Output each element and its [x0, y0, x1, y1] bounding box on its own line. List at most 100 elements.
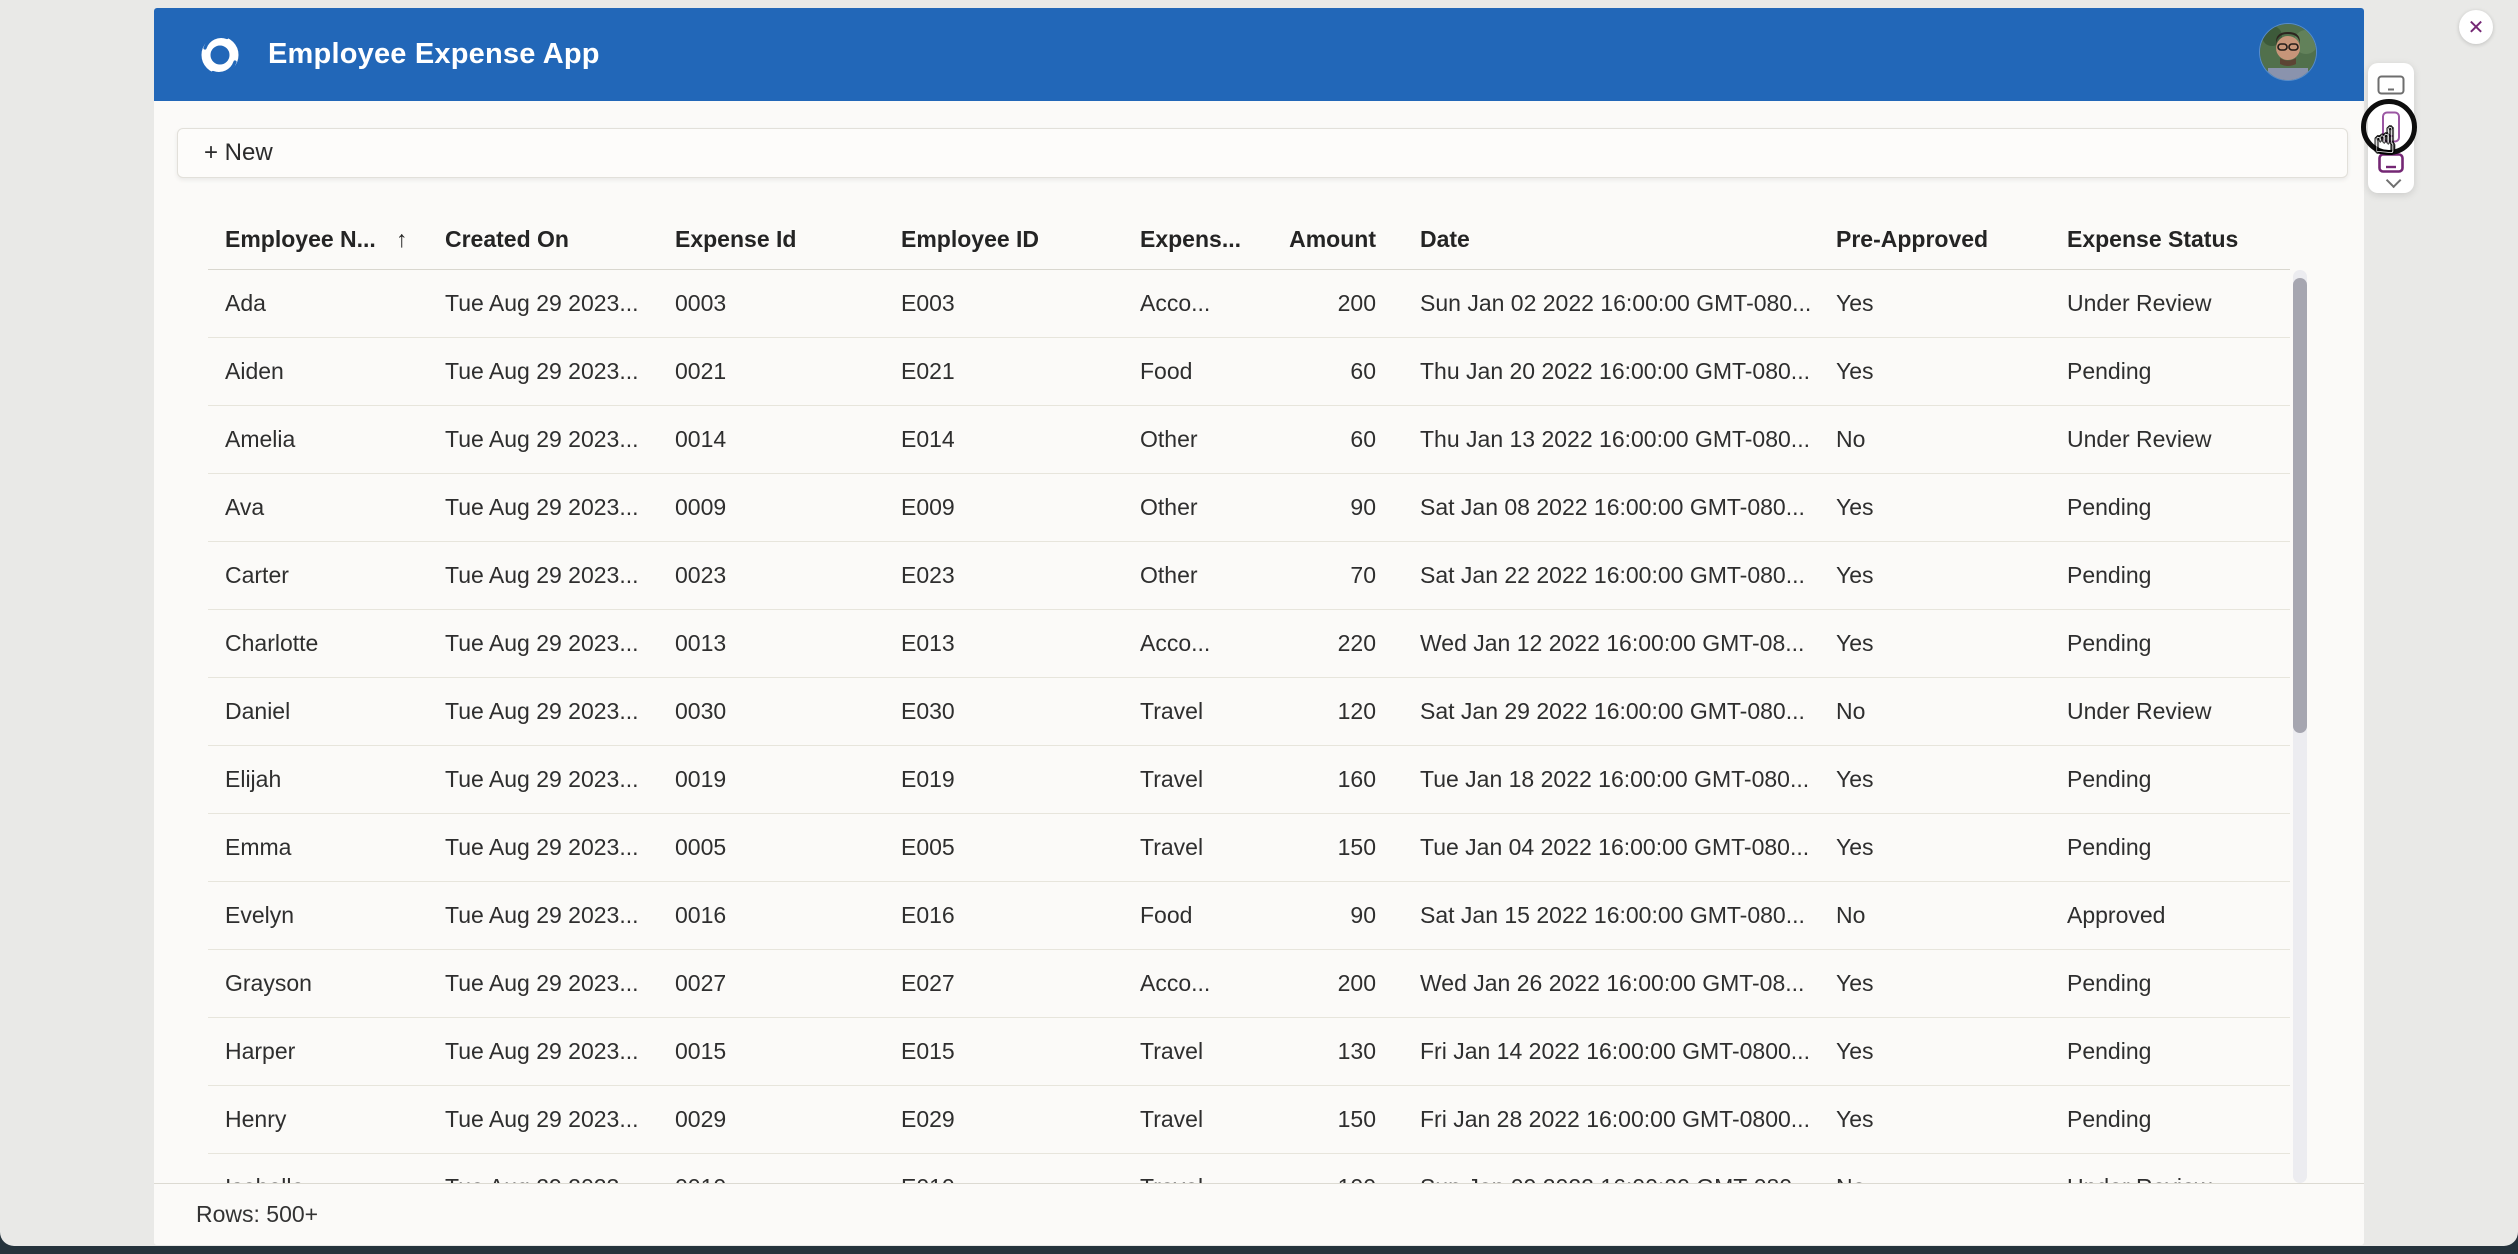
cell-created-on: Tue Aug 29 2023... [445, 766, 639, 792]
table-scrollbar-thumb[interactable] [2293, 278, 2307, 733]
cell-employee-id: E023 [901, 562, 955, 588]
cell-amount: 220 [1337, 630, 1376, 656]
column-header-created-on[interactable]: Created On [445, 226, 675, 253]
cell-employee-name: Henry [225, 1106, 287, 1132]
close-preview-button[interactable]: ✕ [2459, 10, 2493, 44]
table-row[interactable]: Ada Tue Aug 29 2023... 0003 E003 Acco... 200 S… [208, 270, 2290, 338]
cell-date: Tue Jan 04 2022 16:00:00 GMT-080... [1420, 834, 1810, 860]
cell-employee-name: Daniel [225, 698, 291, 724]
cell-date: Sat Jan 15 2022 16:00:00 GMT-080... [1420, 902, 1805, 928]
studio-preview-background: Employee Expense App + New Employee N...… [0, 0, 2518, 1246]
table-row[interactable]: Amelia Tue Aug 29 2023... 0014 E014 Other 60 T… [208, 406, 2290, 474]
table-header-row: Employee N... ↑ Created On Expense Id Employ… [208, 209, 2290, 270]
device-panel-expand-button[interactable] [2368, 172, 2414, 189]
cell-amount: 60 [1350, 426, 1376, 452]
tablet-preview-button[interactable] [2368, 153, 2414, 173]
cell-expense-id: 0009 [675, 494, 727, 520]
cell-date: Sun Jan 02 2022 16:00:00 GMT-080... [1420, 290, 1812, 316]
cell-employee-name: Ada [225, 290, 266, 316]
cell-expense-id: 0016 [675, 902, 727, 928]
desktop-preview-button[interactable] [2368, 75, 2414, 97]
cell-pre-approved: No [1836, 698, 1866, 724]
column-header-employee-name[interactable]: Employee N... ↑ [225, 226, 445, 253]
app-canvas: Employee Expense App + New Employee N...… [154, 8, 2364, 1245]
table-row[interactable]: Aiden Tue Aug 29 2023... 0021 E021 Food 60 Thu… [208, 338, 2290, 406]
cell-expense-status: Approved [2067, 902, 2166, 928]
cell-created-on: Tue Aug 29 2023... [445, 426, 639, 452]
cell-created-on: Tue Aug 29 2023... [445, 494, 639, 520]
table-row[interactable]: Ava Tue Aug 29 2023... 0009 E009 Other 90 Sat … [208, 474, 2290, 542]
table-row[interactable]: Grayson Tue Aug 29 2023... 0027 E027 Acco...… [208, 950, 2290, 1018]
column-header-label: Expense Status [2067, 225, 2239, 252]
cell-created-on: Tue Aug 29 2023... [445, 1174, 675, 1183]
cell-expense-category: Other [1140, 494, 1198, 520]
cell-created-on: Tue Aug 29 2023... [445, 902, 639, 928]
tablet-icon [2378, 153, 2404, 173]
column-header-expense-category[interactable]: Expens... [1140, 226, 1285, 253]
cell-expense-category: Acco... [1140, 970, 1211, 996]
cell-employee-id: E015 [901, 1038, 955, 1064]
cell-amount: 150 [1337, 1106, 1376, 1132]
column-header-date[interactable]: Date [1376, 226, 1836, 253]
cell-date: Sat Jan 22 2022 16:00:00 GMT-080... [1420, 562, 1805, 588]
screen: Employee Expense App + New Employee N...… [0, 0, 2518, 1254]
cell-employee-name: Aiden [225, 358, 284, 384]
cell-expense-status: Under Review [2067, 426, 2212, 452]
cell-created-on: Tue Aug 29 2023... [445, 970, 639, 996]
avatar[interactable] [2260, 24, 2316, 80]
column-header-label: Created On [445, 225, 569, 252]
table-row[interactable]: Charlotte Tue Aug 29 2023... 0013 E013 Acco.… [208, 610, 2290, 678]
column-header-employee-id[interactable]: Employee ID [901, 226, 1140, 253]
column-header-label: Pre-Approved [1836, 225, 1989, 252]
cell-pre-approved: No [1836, 902, 1866, 928]
cell-employee-name: Amelia [225, 426, 296, 452]
new-button[interactable]: + New [177, 128, 2348, 178]
cell-expense-status: Under Review [2067, 698, 2212, 724]
close-icon: ✕ [2467, 16, 2485, 39]
device-preview-panel [2368, 63, 2414, 193]
table-row[interactable]: Henry Tue Aug 29 2023... 0029 E029 Travel 150… [208, 1086, 2290, 1154]
cell-expense-id: 0014 [675, 426, 727, 452]
cell-expense-category: Acco... [1140, 630, 1211, 656]
column-header-amount[interactable]: Amount [1285, 226, 1376, 253]
cell-amount: 90 [1350, 494, 1376, 520]
cell-date: Sat Jan 08 2022 16:00:00 GMT-080... [1420, 494, 1805, 520]
column-header-expense-id[interactable]: Expense Id [675, 226, 901, 253]
cell-expense-id: 0003 [675, 290, 727, 316]
cell-date: Wed Jan 26 2022 16:00:00 GMT-08... [1420, 970, 1805, 996]
table-row[interactable]: Daniel Tue Aug 29 2023... 0030 E030 Travel 12… [208, 678, 2290, 746]
cell-employee-id: E027 [901, 970, 955, 996]
cell-expense-status: Pending [2067, 834, 2152, 860]
cell-employee-name: Evelyn [225, 902, 295, 928]
table-row[interactable]: Elijah Tue Aug 29 2023... 0019 E019 Travel 16… [208, 746, 2290, 814]
phone-icon [2382, 111, 2400, 143]
cell-expense-status: Pending [2067, 562, 2152, 588]
table-row[interactable]: Emma Tue Aug 29 2023... 0005 E005 Travel 150 T… [208, 814, 2290, 882]
cell-expense-category: Other [1140, 426, 1198, 452]
phone-preview-button[interactable] [2368, 111, 2414, 143]
cell-expense-category: Acco... [1140, 290, 1211, 316]
cell-amount: 120 [1337, 698, 1376, 724]
cell-created-on: Tue Aug 29 2023... [445, 562, 639, 588]
cell-pre-approved: Yes [1836, 290, 1874, 316]
cell-expense-id: 0030 [675, 698, 727, 724]
table-scrollbar-track[interactable] [2293, 270, 2307, 1183]
cell-expense-id: 0023 [675, 562, 727, 588]
cell-expense-id: 0013 [675, 630, 727, 656]
table-row[interactable]: Evelyn Tue Aug 29 2023... 0016 E016 Food 90 Sa… [208, 882, 2290, 950]
cell-created-on: Tue Aug 29 2023... [445, 630, 639, 656]
column-header-expense-status[interactable]: Expense Status [2067, 226, 2290, 253]
app-logo-swirl-icon [201, 34, 239, 75]
cell-amount: 60 [1350, 358, 1376, 384]
cell-expense-status: Pending [2067, 358, 2152, 384]
cell-employee-id: E013 [901, 630, 955, 656]
table-row[interactable]: Carter Tue Aug 29 2023... 0023 E023 Other 70 S… [208, 542, 2290, 610]
cell-expense-status: Pending [2067, 630, 2152, 656]
cell-amount: 150 [1337, 834, 1376, 860]
column-header-pre-approved[interactable]: Pre-Approved [1836, 226, 2067, 253]
table-row[interactable]: IsabellaTue Aug 29 2023...0010E010Travel… [208, 1154, 2290, 1183]
table-row[interactable]: Harper Tue Aug 29 2023... 0015 E015 Travel 13… [208, 1018, 2290, 1086]
column-header-label: Expense Id [675, 225, 797, 252]
cell-created-on: Tue Aug 29 2023... [445, 1038, 639, 1064]
chevron-down-icon [2385, 172, 2401, 188]
